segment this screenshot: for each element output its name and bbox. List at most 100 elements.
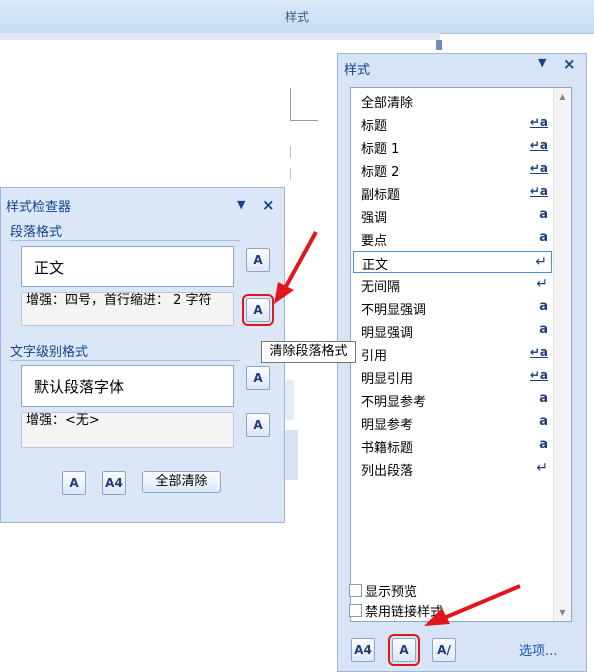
list-item[interactable]: 标题 ↵a xyxy=(353,113,552,135)
linked-style-icon: ↵a xyxy=(529,345,548,359)
style-name: 明显强调 xyxy=(361,326,414,341)
clear-all-button[interactable]: 全部清除 xyxy=(142,471,221,493)
style-inspector-title: 样式检查器 xyxy=(6,200,72,215)
page-margin-tick xyxy=(290,146,291,158)
manage-styles-icon: A/ xyxy=(437,643,451,657)
close-icon[interactable]: × xyxy=(262,196,275,214)
text-level-format-heading: 文字级别格式 xyxy=(10,341,240,361)
character-style-icon: a xyxy=(539,230,548,245)
style-name: 不明显强调 xyxy=(361,303,427,318)
character-style-icon: a xyxy=(539,207,548,222)
text-style-box: 默认段落字体 xyxy=(21,365,234,407)
list-item[interactable]: 明显强调 a xyxy=(353,320,552,342)
page-corner-mark xyxy=(290,120,318,121)
styles-pane-title: 样式 xyxy=(344,63,371,78)
document-edge xyxy=(436,40,442,50)
list-item[interactable]: 不明显参考 a xyxy=(353,389,552,411)
paragraph-style-box: 正文 xyxy=(21,246,234,287)
checkbox-icon[interactable] xyxy=(349,584,362,597)
close-icon[interactable]: × xyxy=(563,55,576,73)
scroll-up-icon[interactable]: ▲ xyxy=(554,88,571,105)
style-name: 引用 xyxy=(361,349,388,364)
paragraph-style-icon: ↵ xyxy=(536,276,548,292)
character-style-icon: a xyxy=(539,322,548,337)
list-item[interactable]: 副标题 ↵a xyxy=(353,182,552,204)
list-item[interactable]: 引用 ↵a xyxy=(353,343,552,365)
list-item[interactable]: 全部清除 xyxy=(353,90,552,112)
styles-list[interactable]: 全部清除 标题 ↵a 标题 1 ↵a 标题 2 ↵a 副标题 ↵a 强调 a 要… xyxy=(350,87,572,622)
style-name: 明显引用 xyxy=(361,372,414,387)
tooltip: 清除段落格式 xyxy=(261,341,356,363)
linked-style-icon: ↵a xyxy=(529,368,548,382)
options-link[interactable]: 选项... xyxy=(519,640,557,659)
character-style-icon: a xyxy=(539,299,548,314)
paragraph-format-heading: 段落格式 xyxy=(10,221,240,241)
chevron-down-icon[interactable]: ▼ xyxy=(237,198,245,211)
style-name: 标题 2 xyxy=(361,165,400,180)
style-name: 副标题 xyxy=(361,188,401,203)
list-item[interactable]: 明显参考 a xyxy=(353,412,552,434)
style-name: 全部清除 xyxy=(361,96,414,111)
reset-character-style-button[interactable]: A xyxy=(246,366,270,390)
style-name: 无间隔 xyxy=(361,280,401,295)
style-name: 要点 xyxy=(361,234,388,249)
list-item[interactable]: 强调 a xyxy=(353,205,552,227)
style-name: 不明显参考 xyxy=(361,395,427,410)
style-inspector-button[interactable]: A xyxy=(388,634,420,666)
document-top-shadow xyxy=(0,33,440,40)
reveal-formatting-button[interactable]: A xyxy=(62,471,86,495)
character-style-icon: a xyxy=(539,414,548,429)
style-name: 标题 xyxy=(361,119,388,134)
new-style-icon: A4 xyxy=(354,643,372,657)
text-plus-box: 增强：<无> xyxy=(21,412,234,448)
clear-character-formatting-button[interactable]: A xyxy=(246,413,270,437)
new-style-button[interactable]: A4 xyxy=(102,471,126,495)
manage-styles-button[interactable]: A/ xyxy=(432,638,456,662)
paragraph-plus-text: 增强：四号，首行缩进： 2 字符 xyxy=(26,293,212,308)
checkbox-icon[interactable] xyxy=(349,604,362,617)
character-style-icon: a xyxy=(539,437,548,452)
clear-paragraph-formatting-button[interactable]: A xyxy=(242,294,274,326)
styles-pane: 样式 ▼ × 全部清除 标题 ↵a 标题 1 ↵a 标题 2 ↵a 副标题 ↵a… xyxy=(337,53,587,672)
list-item[interactable]: 要点 a xyxy=(353,228,552,250)
list-item-selected[interactable]: 正文 ↵ xyxy=(353,251,552,273)
text-style-value: 默认段落字体 xyxy=(34,378,125,396)
disable-linked-styles-label: 禁用链接样式 xyxy=(365,605,444,620)
ribbon-group-label: 样式 xyxy=(284,10,309,24)
text-plus-text: 增强：<无> xyxy=(26,413,100,428)
ribbon-group-strip: 样式 xyxy=(0,0,594,34)
paragraph-style-value: 正文 xyxy=(34,259,65,277)
document-background-block xyxy=(284,430,298,480)
style-name: 明显参考 xyxy=(361,418,414,433)
paragraph-plus-box: 增强：四号，首行缩进： 2 字符 xyxy=(21,292,234,326)
document-background-block xyxy=(284,380,294,420)
list-item[interactable]: 书籍标题 a xyxy=(353,435,552,457)
list-item[interactable]: 标题 1 ↵a xyxy=(353,136,552,158)
list-item[interactable]: 标题 2 ↵a xyxy=(353,159,552,181)
style-name: 正文 xyxy=(362,258,389,273)
style-name: 标题 1 xyxy=(361,142,400,157)
show-preview-label: 显示预览 xyxy=(365,585,418,600)
chevron-down-icon[interactable]: ▼ xyxy=(538,56,546,69)
list-item[interactable]: 不明显强调 a xyxy=(353,297,552,319)
list-item[interactable]: 无间隔 ↵ xyxy=(353,274,552,296)
linked-style-icon: ↵a xyxy=(529,115,548,129)
character-style-icon: a xyxy=(539,391,548,406)
list-item[interactable]: 列出段落 ↵ xyxy=(353,458,552,480)
style-name: 列出段落 xyxy=(361,464,414,479)
paragraph-style-icon: ↵ xyxy=(535,254,547,270)
linked-style-icon: ↵a xyxy=(529,161,548,175)
scrollbar[interactable]: ▲ ▼ xyxy=(553,88,571,621)
scroll-down-icon[interactable]: ▼ xyxy=(554,604,571,621)
list-item[interactable]: 明显引用 ↵a xyxy=(353,366,552,388)
linked-style-icon: ↵a xyxy=(529,184,548,198)
page-margin-tick xyxy=(290,168,291,180)
linked-style-icon: ↵a xyxy=(529,138,548,152)
page-corner-mark-vertical xyxy=(290,88,291,121)
style-inspector-icon: A xyxy=(399,643,409,657)
style-name: 书籍标题 xyxy=(361,441,414,456)
reset-paragraph-style-button[interactable]: A xyxy=(246,248,270,272)
new-style-button[interactable]: A4 xyxy=(351,638,375,662)
style-inspector-pane: 样式检查器 ▼ × 段落格式 正文 A 增强：四号，首行缩进： 2 字符 A 文… xyxy=(0,187,285,523)
style-name: 强调 xyxy=(361,211,388,226)
